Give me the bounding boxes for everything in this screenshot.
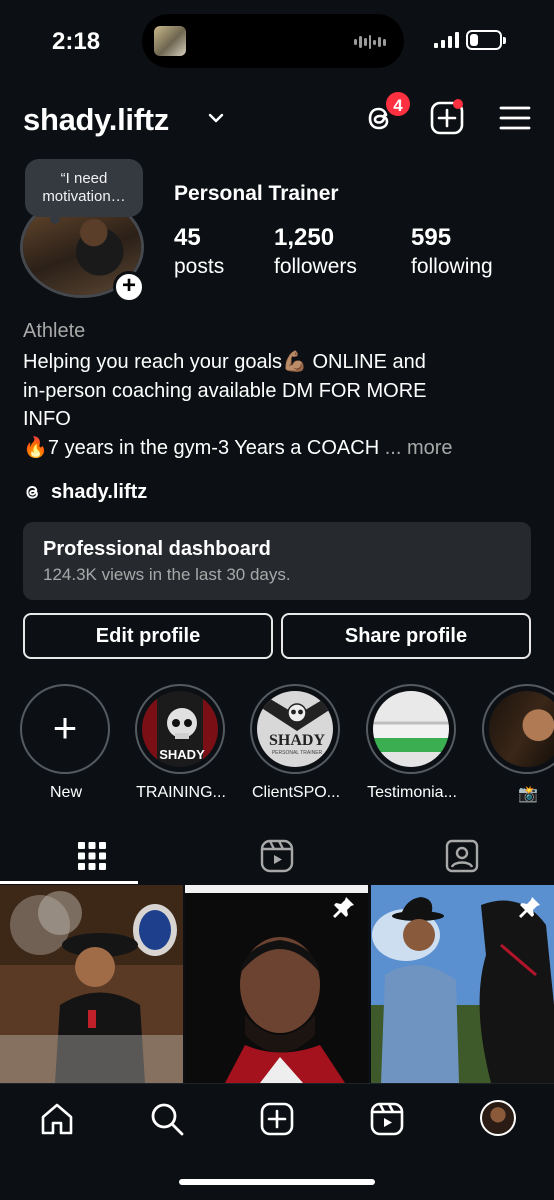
highlight-label: 📸 <box>518 786 538 803</box>
create-icon[interactable] <box>258 1100 296 1138</box>
cellular-signal-icon <box>434 32 459 48</box>
profile-header: shady.liftz 4 <box>0 90 554 146</box>
following-label: following <box>411 255 493 278</box>
highlight-logo-subtext: PERSONAL TRAINER <box>272 750 323 756</box>
tagged-tab-icon[interactable] <box>442 836 482 876</box>
hamburger-menu-icon[interactable] <box>498 104 532 132</box>
chevron-down-icon[interactable] <box>207 111 225 125</box>
posts-label: posts <box>174 255 225 278</box>
highlight-label: TRAINING... <box>136 784 226 801</box>
bio-line: 🔥7 years in the gym-3 Years a COACH <box>23 436 380 459</box>
pinned-post-icon <box>519 897 540 918</box>
audio-waveform-icon <box>354 34 387 50</box>
dynamic-island[interactable] <box>142 14 404 68</box>
professional-dashboard-card[interactable]: Professional dashboard 124.3K views in t… <box>23 522 531 600</box>
bio-line: Helping you reach your goals💪🏽 ONLINE an… <box>23 351 426 373</box>
home-icon[interactable] <box>38 1100 76 1138</box>
highlight-new[interactable]: + New <box>20 684 112 802</box>
bio-line-last: 🔥7 years in the gym-3 Years a COACH ... … <box>23 434 538 463</box>
highlight-cover: SHADY <box>135 684 225 774</box>
stat-followers[interactable]: 1,250 followers <box>274 224 357 282</box>
highlight-new-circle: + <box>20 684 110 774</box>
threads-handle: shady.liftz <box>51 480 148 503</box>
profile-note-bubble[interactable]: “I need motivation… <box>25 159 143 217</box>
profile-category: Personal Trainer <box>174 182 339 205</box>
add-story-plus-icon[interactable]: + <box>113 271 145 303</box>
highlight-logo-text: SHADY <box>159 747 205 762</box>
stat-following[interactable]: 595 following <box>411 224 493 282</box>
following-count: 595 <box>411 224 452 251</box>
bio-more-link[interactable]: ... more <box>385 437 453 459</box>
followers-label: followers <box>274 255 357 278</box>
highlight-camera[interactable]: 📸 <box>482 684 554 804</box>
highlight-label: New <box>49 784 82 801</box>
share-profile-button[interactable]: Share profile <box>281 613 531 659</box>
bio-line: INFO <box>23 408 71 430</box>
post-thumbnail[interactable] <box>185 885 368 1083</box>
reels-tab-icon[interactable] <box>257 836 297 876</box>
posts-grid <box>0 885 554 1083</box>
reels-icon[interactable] <box>368 1100 406 1138</box>
bio-text: Helping you reach your goals💪🏽 ONLINE an… <box>23 348 538 462</box>
post-image-bar-smoke <box>0 885 183 1083</box>
post-thumbnail[interactable] <box>371 885 554 1083</box>
highlight-label: ClientSPO... <box>251 784 341 801</box>
grid-posts-tab-icon[interactable] <box>72 836 112 876</box>
bio-line: in-person coaching available DM FOR MORE <box>23 379 427 402</box>
battery-icon <box>466 30 506 50</box>
posts-count: 45 <box>174 224 201 251</box>
active-tab-indicator <box>0 881 138 884</box>
dashboard-title: Professional dashboard <box>43 538 271 560</box>
stat-posts[interactable]: 45 posts <box>174 224 224 282</box>
threads-small-icon <box>26 486 38 499</box>
highlight-testimonials[interactable]: Testimonia... <box>366 684 458 802</box>
highlight-cover <box>366 684 456 774</box>
highlight-label: Testimonia... <box>367 784 457 801</box>
shady-brand-logo: SHADY PERSONAL TRAINER <box>257 691 333 756</box>
status-bar: 2:18 <box>0 0 554 86</box>
post-thumbnail[interactable] <box>0 885 183 1083</box>
highlight-training[interactable]: SHADY TRAINING... <box>135 684 227 802</box>
account-switcher-username[interactable]: shady.liftz <box>23 102 169 138</box>
profile-content-tabs <box>0 830 554 884</box>
now-playing-artwork <box>154 26 186 56</box>
profile-nav-avatar[interactable] <box>480 1100 516 1136</box>
highlight-cover: SHADY PERSONAL TRAINER <box>250 684 340 774</box>
highlight-cover <box>482 684 554 774</box>
home-indicator[interactable] <box>179 1179 375 1185</box>
highlight-logo-text: SHADY <box>269 732 325 749</box>
pinned-post-icon <box>333 897 354 918</box>
bio-category: Athlete <box>23 320 86 342</box>
create-notification-dot <box>453 99 463 109</box>
search-icon[interactable] <box>148 1100 186 1138</box>
dashboard-subtitle: 124.3K views in the last 30 days. <box>43 565 291 584</box>
plus-icon: + <box>52 704 78 751</box>
followers-count: 1,250 <box>274 224 335 251</box>
battery-level <box>470 34 478 46</box>
edit-profile-button[interactable]: Edit profile <box>23 613 273 659</box>
threads-notification-badge: 4 <box>384 90 412 118</box>
skull-headphones-logo: SHADY <box>159 708 205 762</box>
highlight-clientspotlight[interactable]: SHADY PERSONAL TRAINER ClientSPO... <box>250 684 342 802</box>
status-time: 2:18 <box>52 28 101 55</box>
threads-profile-link[interactable]: shady.liftz <box>23 478 147 506</box>
